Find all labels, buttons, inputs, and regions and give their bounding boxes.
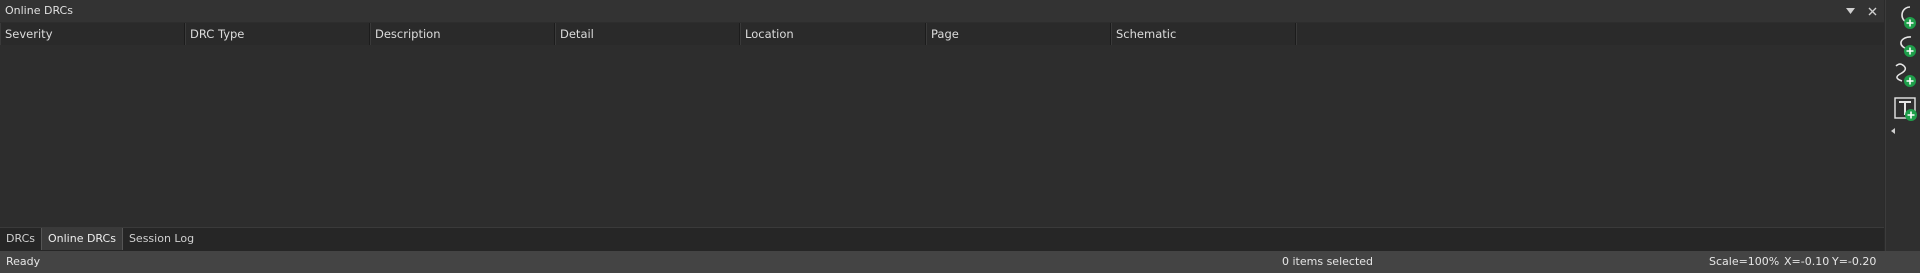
status-bar: Ready 0 items selected Scale=100% X=-0.1… bbox=[0, 251, 1920, 273]
status-selection-count: 0 items selected bbox=[1282, 255, 1374, 268]
add-bezier-tool[interactable] bbox=[1894, 61, 1920, 89]
column-header-severity[interactable]: Severity bbox=[0, 23, 185, 45]
add-text-icon bbox=[1894, 97, 1917, 121]
titlebar-controls bbox=[1844, 0, 1878, 22]
close-panel-button[interactable] bbox=[1866, 5, 1878, 17]
tab-online-drcs[interactable]: Online DRCs bbox=[40, 228, 123, 250]
panel-titlebar: Online DRCs bbox=[0, 0, 1884, 22]
add-bezier-icon bbox=[1895, 63, 1916, 87]
add-text-tool[interactable] bbox=[1894, 97, 1920, 125]
status-x-coordinate: X=-0.10 bbox=[1784, 255, 1830, 268]
tab-session-log[interactable]: Session Log bbox=[123, 228, 200, 250]
online-drcs-panel: Online DRCs Severity DRC Type Descriptio… bbox=[0, 0, 1884, 228]
add-elliptical-arc-tool[interactable] bbox=[1894, 32, 1920, 60]
triangle-down-icon bbox=[1845, 8, 1855, 14]
column-header-page[interactable]: Page bbox=[926, 23, 1111, 45]
drc-table-body[interactable] bbox=[0, 45, 1884, 226]
dropdown-menu-button[interactable] bbox=[1844, 5, 1856, 17]
table-header: Severity DRC Type Description Detail Loc… bbox=[0, 23, 1884, 45]
panel-title: Online DRCs bbox=[5, 4, 73, 17]
status-ready: Ready bbox=[6, 255, 41, 268]
add-arc-icon bbox=[1901, 6, 1916, 29]
scroll-left-arrow-icon[interactable] bbox=[1891, 128, 1895, 134]
status-y-coordinate: Y=-0.20 bbox=[1832, 255, 1877, 268]
add-arc-tool[interactable] bbox=[1894, 4, 1920, 32]
column-header-drc-type[interactable]: DRC Type bbox=[185, 23, 370, 45]
column-header-description[interactable]: Description bbox=[370, 23, 555, 45]
drawing-toolbar bbox=[1885, 0, 1920, 251]
tab-drcs[interactable]: DRCs bbox=[0, 228, 41, 250]
add-ellipse-arc-icon bbox=[1900, 36, 1916, 57]
column-header-filler bbox=[1296, 23, 1884, 45]
column-header-schematic[interactable]: Schematic bbox=[1111, 23, 1296, 45]
bottom-tab-bar: DRCs Online DRCs Session Log bbox=[0, 227, 1884, 251]
column-header-detail[interactable]: Detail bbox=[555, 23, 740, 45]
column-header-location[interactable]: Location bbox=[740, 23, 926, 45]
status-scale: Scale=100% bbox=[1709, 255, 1780, 268]
close-icon bbox=[1868, 7, 1876, 15]
